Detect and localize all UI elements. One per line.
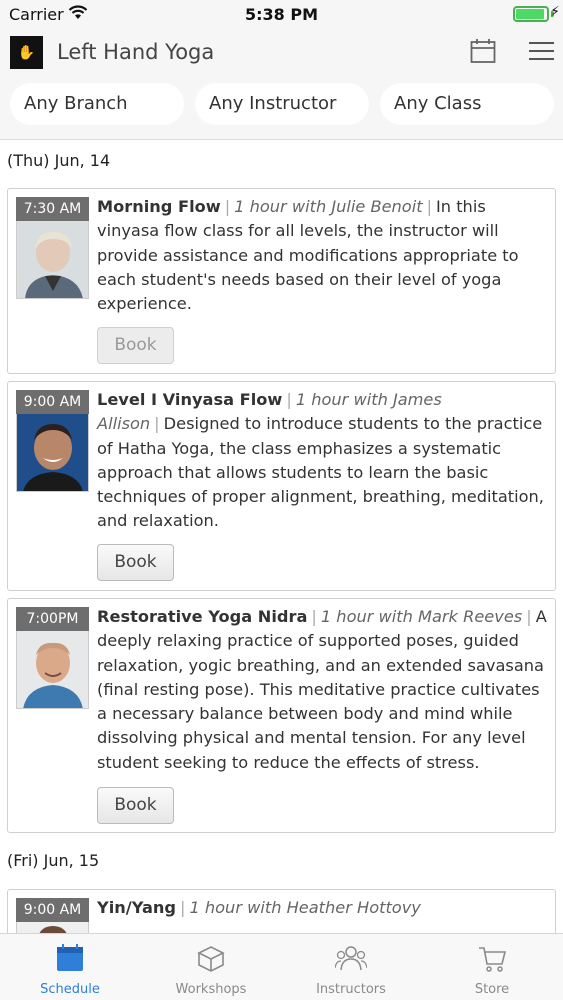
class-content: Yin/Yang | 1 hour with Heather Hottovy bbox=[97, 896, 552, 920]
class-content: Restorative Yoga Nidra | 1 hour with Mark … bbox=[97, 605, 552, 775]
book-button[interactable]: Book bbox=[97, 327, 174, 364]
time-box: 7:00PM bbox=[16, 607, 89, 709]
filter-bar: Any Branch Any Instructor Any Class bbox=[0, 76, 563, 140]
instructor-filter[interactable]: Any Instructor bbox=[195, 83, 369, 125]
class-name[interactable]: Morning Flow bbox=[97, 197, 221, 216]
app-title: Left Hand Yoga bbox=[57, 40, 215, 64]
tab-label: Workshops bbox=[175, 982, 247, 997]
tab-label: Instructors bbox=[316, 982, 386, 997]
tab-label: Schedule bbox=[40, 982, 100, 997]
instructor-photo[interactable] bbox=[16, 414, 89, 492]
status-time: 5:38 PM bbox=[244, 5, 318, 24]
time-box: 9:00 AM bbox=[16, 898, 89, 933]
separator: | bbox=[154, 414, 160, 434]
class-name[interactable]: Yin/Yang bbox=[97, 898, 176, 917]
branch-filter[interactable]: Any Branch bbox=[10, 83, 184, 125]
instructor-photo[interactable] bbox=[16, 221, 89, 299]
charging-bolt-icon: ⚡ bbox=[550, 4, 560, 20]
time-label: 9:00 AM bbox=[16, 898, 89, 922]
cart-icon bbox=[477, 944, 507, 978]
class-card: 7:00PM Restorative Yoga Nidra | 1 hour wit… bbox=[7, 598, 556, 833]
time-box: 9:00 AM bbox=[16, 390, 89, 492]
class-card: 7:30 AM Morning Flow | 1 hour with Julie B… bbox=[7, 188, 556, 374]
class-meta: 1 hour with Mark Reeves bbox=[320, 607, 523, 626]
class-meta: 1 hour with Julie Benoit bbox=[234, 197, 423, 216]
tab-store[interactable]: Store bbox=[422, 934, 562, 1000]
class-description: Designed to introduce students to the pr… bbox=[97, 414, 544, 531]
class-content: Morning Flow | 1 hour with Julie Benoit | In… bbox=[97, 195, 552, 316]
tab-instructors[interactable]: Instructors bbox=[281, 934, 421, 1000]
class-name[interactable]: Restorative Yoga Nidra bbox=[97, 607, 307, 626]
book-button[interactable]: Book bbox=[97, 544, 174, 581]
class-description: A deeply relaxing practice of supported … bbox=[97, 607, 547, 772]
schedule-list[interactable]: (Thu) Jun, 14 7:30 AM Morning Flow | 1 hou… bbox=[0, 141, 563, 933]
calendar-icon bbox=[56, 944, 84, 976]
hamburger-menu-icon[interactable] bbox=[529, 42, 554, 66]
app-header: ✋ Left Hand Yoga bbox=[0, 30, 563, 76]
separator: | bbox=[286, 390, 292, 409]
instructor-photo[interactable] bbox=[16, 922, 89, 933]
class-filter[interactable]: Any Class bbox=[380, 83, 554, 125]
time-label: 7:30 AM bbox=[16, 197, 89, 221]
day-header: (Thu) Jun, 14 bbox=[7, 151, 111, 170]
instructor-photo[interactable] bbox=[16, 631, 89, 709]
tab-label: Store bbox=[474, 982, 510, 997]
time-label: 9:00 AM bbox=[16, 390, 89, 414]
class-card: 9:00 AM Level I Vinyasa Flow | 1 hour with… bbox=[7, 381, 556, 591]
time-box: 7:30 AM bbox=[16, 197, 89, 299]
class-card: 9:00 AM Yin/Yang | 1 hour with Heather Hot… bbox=[7, 889, 556, 933]
calendar-icon[interactable] bbox=[470, 38, 496, 68]
app-logo: ✋ bbox=[10, 36, 43, 69]
tab-bar: Schedule Workshops Instructors Store bbox=[0, 933, 563, 1000]
day-header: (Fri) Jun, 15 bbox=[7, 851, 100, 870]
class-meta: 1 hour with Heather Hottovy bbox=[189, 898, 421, 917]
people-icon bbox=[334, 944, 368, 976]
separator: | bbox=[179, 898, 186, 917]
tab-workshops[interactable]: Workshops bbox=[141, 934, 281, 1000]
separator: | bbox=[311, 607, 317, 626]
separator: | bbox=[526, 607, 532, 626]
class-name[interactable]: Level I Vinyasa Flow bbox=[97, 390, 282, 409]
separator: | bbox=[426, 197, 433, 216]
separator: | bbox=[224, 197, 231, 216]
box-icon bbox=[196, 944, 226, 978]
class-content: Level I Vinyasa Flow | 1 hour with James A… bbox=[97, 388, 552, 534]
status-bar: Carrier 5:38 PM ⚡ bbox=[0, 0, 563, 30]
battery-icon bbox=[513, 6, 549, 22]
book-button[interactable]: Book bbox=[97, 787, 174, 824]
time-label: 7:00PM bbox=[16, 607, 89, 631]
tab-schedule[interactable]: Schedule bbox=[0, 934, 140, 1000]
